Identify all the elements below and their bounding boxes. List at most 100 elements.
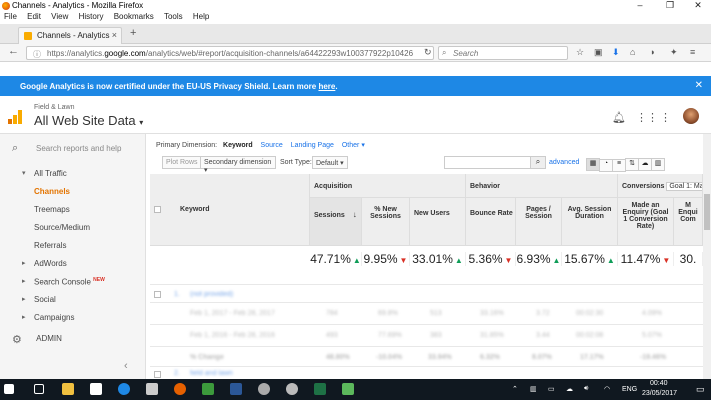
- dimension-other[interactable]: Other ▾: [342, 142, 365, 149]
- menu-view[interactable]: View: [51, 12, 68, 21]
- windows-start-icon[interactable]: [4, 384, 14, 394]
- clock-time[interactable]: 00:40: [650, 380, 668, 387]
- calculator-icon[interactable]: [146, 383, 158, 395]
- keyword-header[interactable]: Keyword: [180, 206, 210, 213]
- edge-icon[interactable]: [118, 383, 130, 395]
- menu-history[interactable]: History: [79, 12, 104, 21]
- battery-icon[interactable]: ▭: [548, 385, 555, 393]
- table-search-button[interactable]: ⌕: [530, 156, 546, 169]
- minimize-button[interactable]: –: [626, 0, 654, 10]
- pie-view-icon[interactable]: ◔: [599, 159, 613, 172]
- row-checkbox[interactable]: [154, 291, 161, 298]
- extension-icon[interactable]: ✦: [670, 47, 678, 58]
- reload-icon[interactable]: ↻: [424, 47, 432, 58]
- app-gray-2-icon[interactable]: [286, 383, 298, 395]
- sidebar-item-source-medium[interactable]: Source/Medium: [34, 223, 90, 232]
- dimension-source[interactable]: Source: [261, 142, 283, 149]
- property-selector[interactable]: All Web Site Data ▾: [34, 113, 143, 128]
- sidebar-item-channels[interactable]: Channels: [34, 187, 70, 196]
- col-new-users[interactable]: New Users: [410, 198, 466, 246]
- reader-list-icon[interactable]: ▣: [594, 47, 603, 58]
- col-goal-conversion-rate[interactable]: Made an Enquiry (Goal 1 Conversion Rate): [618, 198, 674, 246]
- excel-icon[interactable]: [314, 383, 326, 395]
- row-keyword-link[interactable]: (not provided): [190, 291, 233, 298]
- clock-date[interactable]: 23/05/2017: [642, 390, 677, 397]
- sidebar-item-search-console[interactable]: ▸ Search Console NEW: [22, 277, 105, 287]
- firefox-taskbar-icon[interactable]: [174, 383, 186, 395]
- notifications-bell-icon[interactable]: 🔔︎: [612, 111, 626, 124]
- home-icon[interactable]: ⌂: [630, 47, 635, 57]
- browser-tab[interactable]: Channels - Analytics ×: [18, 27, 122, 44]
- row-checkbox[interactable]: [154, 371, 161, 378]
- apps-grid-icon[interactable]: ⋮⋮: [636, 111, 658, 124]
- new-tab-icon[interactable]: +: [130, 27, 136, 39]
- info-icon[interactable]: ⓘ: [33, 49, 41, 59]
- report-content: Primary Dimension: Keyword Source Landin…: [146, 134, 703, 379]
- sidebar-search[interactable]: ⌕ Search reports and help: [12, 142, 121, 154]
- url-bar[interactable]: ⓘ https://analytics.google.com/analytics…: [26, 46, 434, 60]
- language-indicator[interactable]: ENG: [622, 386, 637, 393]
- col-pages-session[interactable]: Pages / Session: [516, 198, 562, 246]
- col-sessions[interactable]: Sessions ↓: [310, 198, 362, 246]
- menu-tools[interactable]: Tools: [164, 12, 183, 21]
- store-icon[interactable]: [90, 383, 102, 395]
- sidebar-item-campaigns[interactable]: ▸ Campaigns: [22, 313, 74, 322]
- advanced-filter-link[interactable]: advanced: [549, 159, 579, 166]
- word-icon[interactable]: [230, 383, 242, 395]
- hamburger-menu-icon[interactable]: ≡: [690, 47, 695, 57]
- col-goal-completions[interactable]: M Enqui Com: [674, 198, 703, 246]
- page-scrollbar[interactable]: [703, 134, 711, 379]
- close-banner-icon[interactable]: ✕: [695, 80, 703, 91]
- col-avg-session-duration[interactable]: Avg. Session Duration: [562, 198, 618, 246]
- app-green-2-icon[interactable]: [342, 383, 354, 395]
- close-tab-icon[interactable]: ×: [112, 30, 117, 40]
- plot-rows-button[interactable]: Plot Rows: [162, 156, 202, 169]
- app-green-icon[interactable]: [202, 383, 214, 395]
- comparison-view-icon[interactable]: ⇅: [625, 158, 639, 171]
- secondary-dimension-select[interactable]: Secondary dimension ▾: [200, 156, 276, 174]
- sidebar-item-admin[interactable]: ⚙ ADMIN: [12, 333, 62, 346]
- notifications-icon[interactable]: ▭: [696, 384, 705, 395]
- menu-edit[interactable]: Edit: [27, 12, 41, 21]
- performance-view-icon[interactable]: ≡: [612, 159, 626, 172]
- dimension-landing-page[interactable]: Landing Page: [291, 142, 334, 149]
- goal-select[interactable]: Goal 1: Ma: [666, 182, 702, 191]
- row-keyword-link[interactable]: field and lawn: [190, 370, 233, 377]
- col-bounce-rate[interactable]: Bounce Rate: [466, 198, 516, 246]
- close-window-button[interactable]: ✕: [684, 0, 711, 11]
- bookmark-star-icon[interactable]: ☆: [576, 47, 584, 58]
- pocket-icon[interactable]: ◗: [650, 47, 655, 57]
- sidebar-item-adwords[interactable]: ▸ AdWords: [22, 259, 67, 268]
- menu-file[interactable]: File: [4, 12, 17, 21]
- more-options-icon[interactable]: ⋮: [660, 111, 671, 124]
- sidebar-item-social[interactable]: ▸ Social: [22, 295, 56, 304]
- download-icon[interactable]: ⬇: [612, 47, 620, 58]
- term-cloud-icon[interactable]: ☁: [638, 158, 652, 171]
- browser-search-field[interactable]: ⌕ Search: [438, 46, 568, 60]
- app-gray-icon[interactable]: [258, 383, 270, 395]
- volume-icon[interactable]: 🔊︎: [584, 385, 588, 393]
- select-all-checkbox[interactable]: [154, 206, 161, 213]
- wifi-icon[interactable]: ◠: [604, 385, 610, 393]
- sidebar-item-referrals[interactable]: Referrals: [34, 241, 66, 250]
- col-new-sessions[interactable]: % New Sessions: [362, 198, 410, 246]
- menu-help[interactable]: Help: [193, 12, 209, 21]
- network-icon[interactable]: ▥: [530, 385, 537, 393]
- file-explorer-icon[interactable]: [62, 383, 74, 395]
- task-view-icon[interactable]: [34, 384, 44, 394]
- back-arrow-icon[interactable]: ←: [8, 45, 19, 57]
- avatar[interactable]: [683, 108, 699, 124]
- dimension-keyword[interactable]: Keyword: [223, 142, 253, 149]
- menu-bookmarks[interactable]: Bookmarks: [114, 12, 154, 21]
- pivot-view-icon[interactable]: ▥: [651, 158, 665, 171]
- scrollbar-thumb[interactable]: [704, 194, 710, 230]
- banner-link[interactable]: here: [318, 82, 335, 91]
- maximize-button[interactable]: ❐: [656, 0, 684, 11]
- sort-type-select[interactable]: Default ▾: [312, 156, 348, 169]
- sidebar-item-all-traffic[interactable]: ▾ All Traffic: [22, 169, 67, 178]
- sidebar-item-treemaps[interactable]: Treemaps: [34, 205, 70, 214]
- tray-up-arrow-icon[interactable]: ⌃: [512, 385, 518, 393]
- onedrive-icon[interactable]: ☁: [566, 385, 573, 393]
- collapse-sidebar-icon[interactable]: ‹: [124, 360, 128, 372]
- table-view-icon[interactable]: ▦: [586, 158, 600, 171]
